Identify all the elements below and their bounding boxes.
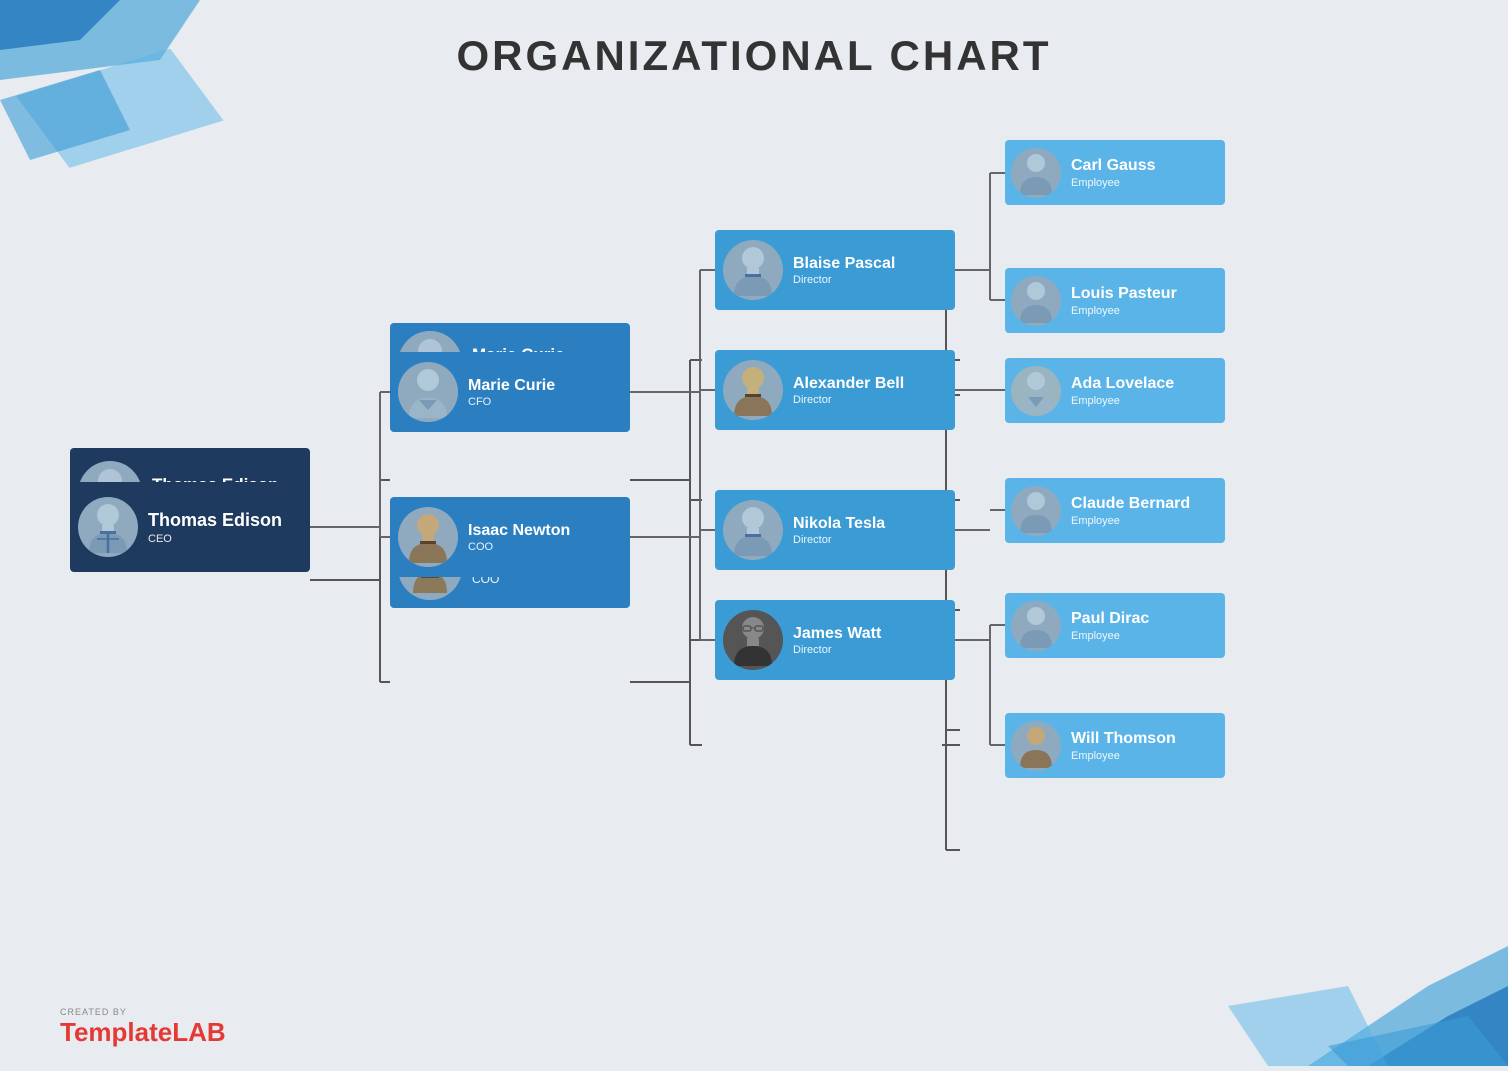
director-tesla-node: Nikola Tesla Director bbox=[715, 490, 955, 570]
ceo-avatar bbox=[78, 497, 138, 557]
emp-paul-node: Paul Dirac Employee bbox=[1005, 593, 1225, 658]
cfo-node: Marie Curie CFO bbox=[390, 352, 630, 432]
paul-text: Paul Dirac Employee bbox=[1071, 609, 1149, 642]
coo-name: Isaac Newton bbox=[468, 521, 570, 542]
watt-role: Director bbox=[793, 644, 881, 656]
claude-avatar bbox=[1011, 486, 1061, 536]
watt-name: James Watt bbox=[793, 624, 881, 645]
pasteur-text: Louis Pasteur Employee bbox=[1071, 284, 1177, 317]
pasteur-role: Employee bbox=[1071, 305, 1177, 317]
paul-role: Employee bbox=[1071, 630, 1149, 642]
director-pascal-node: Blaise Pascal Director bbox=[715, 230, 955, 310]
pasteur-name: Louis Pasteur bbox=[1071, 284, 1177, 305]
emp-gauss-node: Carl Gauss Employee bbox=[1005, 140, 1225, 205]
tesla-text: Nikola Tesla Director bbox=[793, 514, 885, 547]
pascal-role: Director bbox=[793, 274, 895, 286]
ada-name: Ada Lovelace bbox=[1071, 374, 1174, 395]
paul-name: Paul Dirac bbox=[1071, 609, 1149, 630]
ada-avatar bbox=[1011, 366, 1061, 416]
bell-avatar bbox=[723, 360, 783, 420]
director-bell-node: Alexander Bell Director bbox=[715, 350, 955, 430]
ceo-node: Thomas Edison CEO bbox=[70, 482, 310, 572]
pascal-name: Blaise Pascal bbox=[793, 254, 895, 275]
director-watt-node: James Watt Director bbox=[715, 600, 955, 680]
pascal-avatar bbox=[723, 240, 783, 300]
cfo-text: Marie Curie CFO bbox=[468, 376, 555, 409]
gauss-text: Carl Gauss Employee bbox=[1071, 156, 1155, 189]
cfo-avatar bbox=[398, 362, 458, 422]
page-title: ORGANIZATIONAL CHART bbox=[0, 32, 1508, 80]
ada-text: Ada Lovelace Employee bbox=[1071, 374, 1174, 407]
claude-name: Claude Bernard bbox=[1071, 494, 1190, 515]
emp-pasteur-node: Louis Pasteur Employee bbox=[1005, 268, 1225, 333]
will-text: Will Thomson Employee bbox=[1071, 729, 1176, 762]
bell-text: Alexander Bell Director bbox=[793, 374, 904, 407]
watt-text: James Watt Director bbox=[793, 624, 881, 657]
ceo-text: Thomas Edison CEO bbox=[148, 509, 282, 544]
emp-claude-node: Claude Bernard Employee bbox=[1005, 478, 1225, 543]
will-name: Will Thomson bbox=[1071, 729, 1176, 750]
bell-name: Alexander Bell bbox=[793, 374, 904, 395]
brand-part1: Template bbox=[60, 1017, 172, 1047]
footer-created-by: CREATED BY bbox=[60, 1007, 226, 1017]
footer-brand: TemplateLAB bbox=[60, 1017, 226, 1048]
will-role: Employee bbox=[1071, 750, 1176, 762]
cfo-name: Marie Curie bbox=[468, 376, 555, 397]
emp-ada-node: Ada Lovelace Employee bbox=[1005, 358, 1225, 423]
tesla-name: Nikola Tesla bbox=[793, 514, 885, 535]
cfo-role: CFO bbox=[468, 396, 555, 408]
tesla-avatar bbox=[723, 500, 783, 560]
pasteur-avatar bbox=[1011, 276, 1061, 326]
tesla-role: Director bbox=[793, 534, 885, 546]
claude-text: Claude Bernard Employee bbox=[1071, 494, 1190, 527]
watt-avatar bbox=[723, 610, 783, 670]
emp-will-node: Will Thomson Employee bbox=[1005, 713, 1225, 778]
brand-part2: LAB bbox=[172, 1017, 225, 1047]
footer: CREATED BY TemplateLAB bbox=[60, 1007, 226, 1048]
bell-role: Director bbox=[793, 394, 904, 406]
will-avatar bbox=[1011, 721, 1061, 771]
ada-role: Employee bbox=[1071, 395, 1174, 407]
coo-node: Isaac Newton COO bbox=[390, 497, 630, 577]
claude-role: Employee bbox=[1071, 515, 1190, 527]
gauss-name: Carl Gauss bbox=[1071, 156, 1155, 177]
ceo-role: CEO bbox=[148, 533, 282, 545]
coo-text: Isaac Newton COO bbox=[468, 521, 570, 554]
gauss-role: Employee bbox=[1071, 177, 1155, 189]
coo-avatar bbox=[398, 507, 458, 567]
paul-avatar bbox=[1011, 601, 1061, 651]
ceo-name: Thomas Edison bbox=[148, 509, 282, 532]
gauss-avatar bbox=[1011, 148, 1061, 198]
pascal-text: Blaise Pascal Director bbox=[793, 254, 895, 287]
coo-role: COO bbox=[468, 541, 570, 553]
